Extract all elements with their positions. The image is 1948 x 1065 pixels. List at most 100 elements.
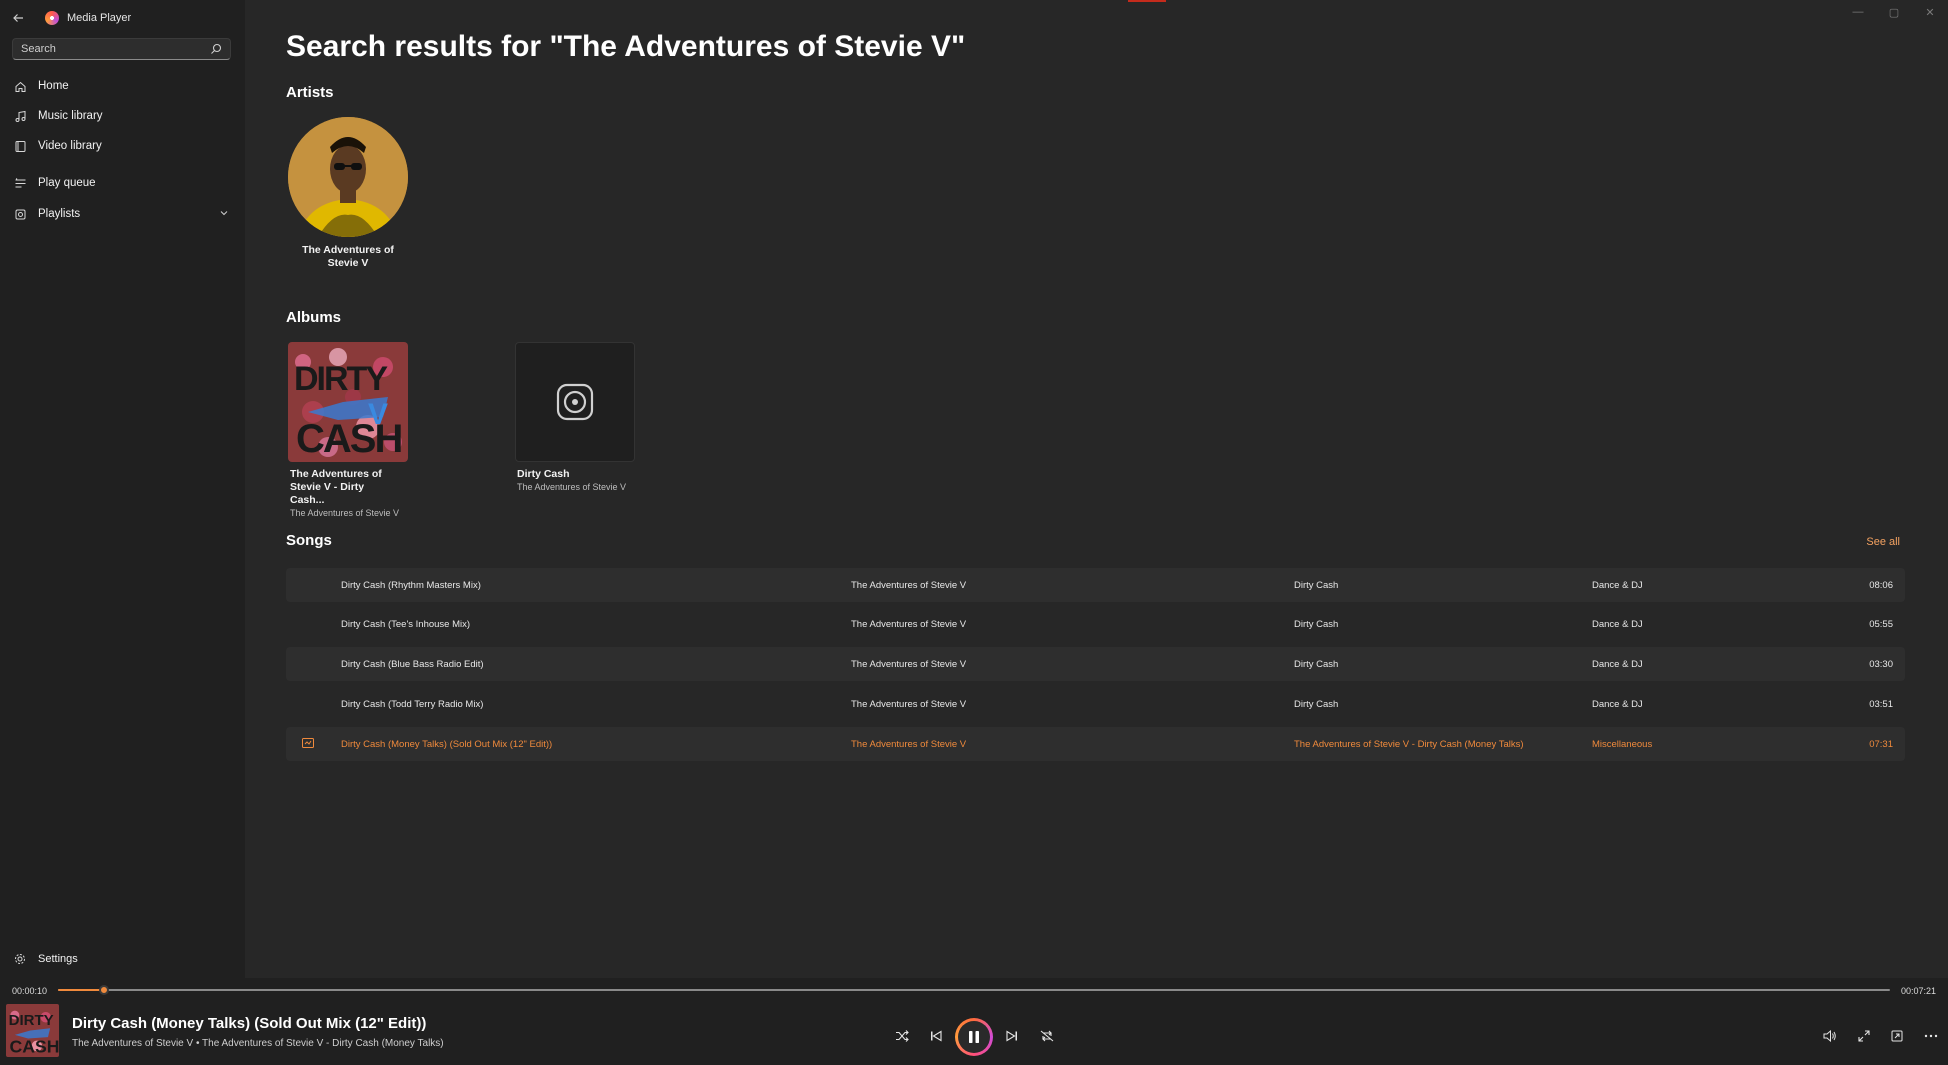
music-note-icon (6, 110, 34, 123)
seek-bar-progress (58, 989, 104, 991)
svg-text:DIRTY: DIRTY (294, 360, 388, 398)
song-duration: 03:51 (1869, 698, 1893, 710)
nav-item-settings[interactable]: Settings (4, 946, 241, 972)
volume-button[interactable] (1816, 1022, 1844, 1050)
song-artist[interactable]: The Adventures of Stevie V (851, 739, 966, 750)
pause-icon (969, 1031, 979, 1043)
queue-icon (6, 177, 34, 190)
song-album[interactable]: Dirty Cash (1294, 659, 1338, 670)
seek-bar-thumb[interactable] (98, 985, 109, 995)
songs-heading: Songs (286, 532, 332, 549)
album-card[interactable]: Dirty Cash The Adventures of Stevie V (515, 342, 655, 492)
album-title: Dirty Cash (517, 468, 570, 480)
svg-text:V: V (368, 398, 388, 431)
nav-item-play-queue[interactable]: Play queue (4, 168, 241, 198)
song-title: Dirty Cash (Todd Terry Radio Mix) (341, 698, 484, 710)
mini-player-button[interactable] (1883, 1022, 1911, 1050)
previous-button[interactable] (922, 1022, 950, 1050)
artist-name: The Adventures of Stevie V (302, 244, 394, 269)
playlist-icon (6, 208, 34, 221)
albums-heading: Albums (286, 309, 342, 326)
settings-label: Settings (38, 953, 78, 965)
shuffle-button[interactable] (888, 1022, 916, 1050)
song-genre: Dance & DJ (1592, 618, 1643, 630)
elapsed-time: 00:00:10 (12, 986, 48, 996)
song-title: Dirty Cash (Tee's Inhouse Mix) (341, 618, 471, 630)
maximize-button[interactable]: ▢ (1876, 0, 1912, 24)
song-genre: Dance & DJ (1592, 579, 1643, 591)
home-icon (6, 80, 34, 93)
nav-item-video-library[interactable]: Video library (4, 131, 241, 161)
arrow-left-icon (13, 14, 23, 22)
song-album[interactable]: Dirty Cash (1294, 619, 1338, 630)
video-icon (6, 140, 34, 153)
album-artist: The Adventures of Stevie V (517, 482, 627, 492)
seek-bar[interactable] (58, 985, 1890, 995)
svg-text:CASH: CASH (10, 1037, 59, 1057)
song-duration: 03:30 (1869, 658, 1893, 670)
close-button[interactable]: ✕ (1912, 0, 1948, 24)
nav-label: Home (38, 80, 69, 92)
next-icon (1006, 1030, 1017, 1042)
nav-label: Video library (38, 140, 102, 152)
gear-icon (6, 953, 34, 965)
minimize-button[interactable]: — (1840, 0, 1876, 24)
song-title: Dirty Cash (Rhythm Masters Mix) (341, 579, 481, 591)
song-artist[interactable]: The Adventures of Stevie V (851, 659, 966, 670)
song-row[interactable]: Dirty Cash (Todd Terry Radio Mix) The Ad… (286, 687, 1905, 721)
song-artist[interactable]: The Adventures of Stevie V (851, 619, 966, 630)
main-content: — ▢ ✕ (245, 0, 1948, 978)
nav-label: Music library (38, 110, 103, 122)
nav-item-music-library[interactable]: Music library (4, 101, 241, 131)
nav-label: Play queue (38, 177, 96, 189)
nav-item-home[interactable]: Home (4, 71, 241, 101)
now-playing-icon (302, 737, 314, 751)
song-album[interactable]: Dirty Cash (1294, 580, 1338, 591)
expand-icon (1858, 1030, 1870, 1042)
page-title: Search results for "The Adventures of St… (286, 30, 966, 63)
svg-text:DIRTY: DIRTY (9, 1012, 54, 1029)
pause-button[interactable] (955, 1018, 993, 1056)
full-screen-button[interactable] (1850, 1022, 1878, 1050)
chevron-down-icon[interactable] (219, 205, 229, 223)
back-button[interactable] (0, 0, 36, 36)
song-album[interactable]: The Adventures of Stevie V - Dirty Cash … (1294, 739, 1524, 750)
song-genre: Dance & DJ (1592, 658, 1643, 670)
album-cover-image: DIRTY CASH V (288, 342, 408, 462)
more-options-button[interactable] (1917, 1022, 1945, 1050)
repeat-off-button[interactable] (1033, 1022, 1061, 1050)
song-artist[interactable]: The Adventures of Stevie V (851, 580, 966, 591)
song-genre: Miscellaneous (1592, 738, 1653, 750)
album-artist: The Adventures of Stevie V (290, 508, 400, 518)
artist-card[interactable]: The Adventures of Stevie V (288, 117, 408, 270)
song-row[interactable]: Dirty Cash (Tee's Inhouse Mix) The Adven… (286, 607, 1905, 641)
album-card[interactable]: DIRTY CASH V The Adventures of Stevie V … (288, 342, 428, 518)
song-row-now-playing[interactable]: Dirty Cash (Money Talks) (Sold Out Mix (… (286, 727, 1905, 761)
previous-icon (931, 1030, 942, 1042)
player-bar: 00:00:10 00:07:21 DIRTY CASH Dirty Cash … (0, 978, 1948, 1065)
shuffle-icon (896, 1030, 909, 1042)
song-duration: 07:31 (1869, 738, 1893, 750)
song-title: Dirty Cash (Money Talks) (Sold Out Mix (… (341, 738, 553, 750)
nav-label: Playlists (38, 208, 81, 220)
song-row[interactable]: Dirty Cash (Blue Bass Radio Edit) The Ad… (286, 647, 1905, 681)
nav-item-playlists[interactable]: Playlists (4, 199, 241, 229)
song-artist[interactable]: The Adventures of Stevie V (851, 699, 966, 710)
next-button[interactable] (998, 1022, 1026, 1050)
repeat-off-icon (1040, 1030, 1054, 1042)
mini-player-icon (1891, 1030, 1903, 1042)
app-title: Media Player (67, 12, 132, 24)
see-all-link[interactable]: See all (1866, 536, 1900, 548)
song-genre: Dance & DJ (1592, 698, 1643, 710)
song-album[interactable]: Dirty Cash (1294, 699, 1338, 710)
search-box[interactable] (12, 38, 231, 60)
search-icon[interactable] (210, 43, 222, 55)
now-playing-cover[interactable]: DIRTY CASH (6, 1004, 59, 1057)
now-playing-subtitle[interactable]: The Adventures of Stevie V • The Adventu… (72, 1038, 444, 1049)
search-input[interactable] (21, 43, 210, 55)
artists-heading: Artists (286, 84, 334, 101)
album-placeholder (515, 342, 635, 462)
song-row[interactable]: Dirty Cash (Rhythm Masters Mix) The Adve… (286, 568, 1905, 602)
song-duration: 08:06 (1869, 579, 1893, 591)
total-time: 00:07:21 (1900, 986, 1936, 996)
